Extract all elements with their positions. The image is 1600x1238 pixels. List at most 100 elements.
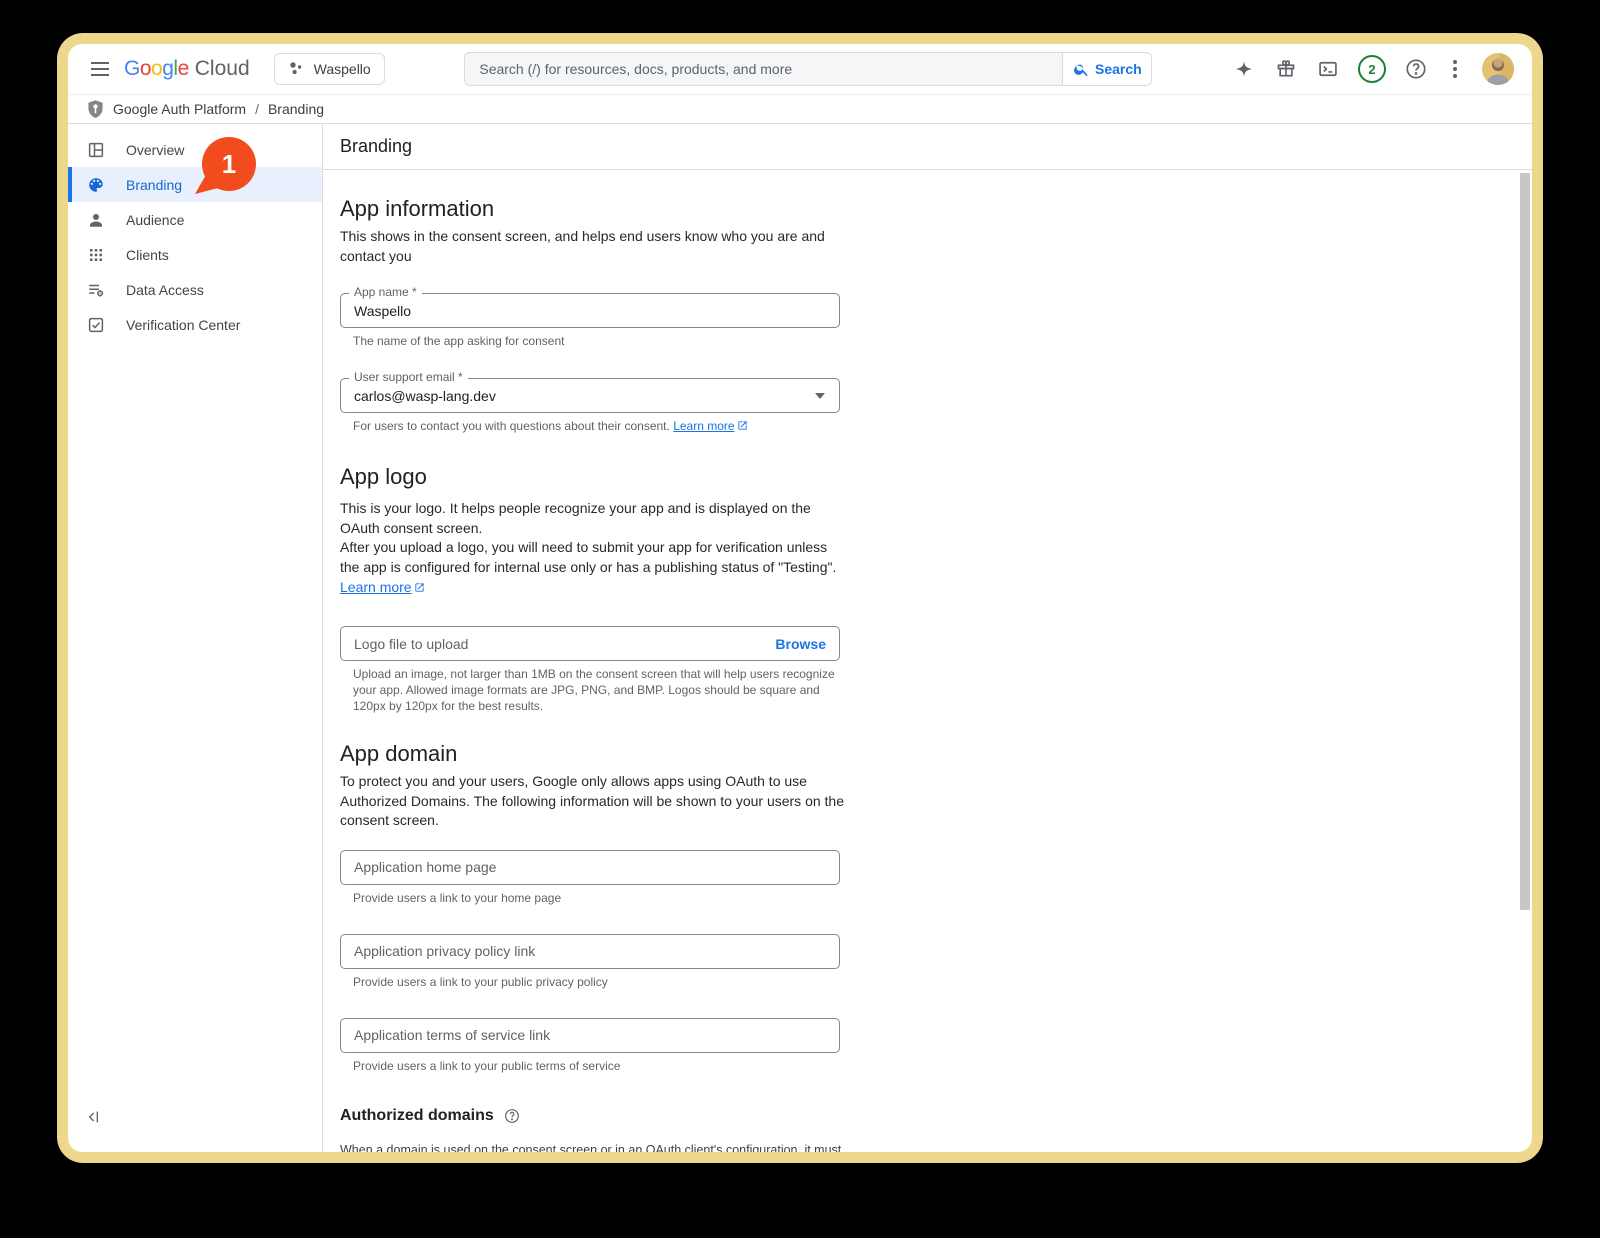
app-name-field: App name * [340, 285, 840, 328]
gift-icon [1277, 60, 1295, 77]
apps-grid-icon [90, 248, 102, 261]
search-icon [1074, 64, 1088, 76]
content-scroll-area: App information This shows in the consen… [323, 170, 1532, 1152]
search-button-label: Search [1095, 61, 1142, 77]
palette-icon [89, 177, 103, 192]
global-search: Search [464, 52, 1153, 86]
app-name-helper: The name of the app asking for consent [353, 334, 565, 348]
logo-letter: G [124, 57, 140, 80]
more-options-button[interactable] [1446, 51, 1464, 87]
gemini-sparkle-icon [1235, 60, 1253, 78]
header-tools: 2 [1232, 51, 1515, 87]
help-icon [1406, 59, 1426, 79]
breadcrumb-root[interactable]: Google Auth Platform [113, 101, 246, 117]
user-avatar[interactable] [1482, 53, 1515, 85]
panel-collapse-icon [88, 1111, 98, 1123]
free-trial-gift-button[interactable] [1274, 51, 1298, 87]
overview-icon [88, 142, 104, 157]
project-name: Waspello [313, 61, 371, 77]
application-home-page-input[interactable] [340, 849, 840, 885]
help-button[interactable] [1404, 51, 1428, 87]
logo-upload-field: Logo file to upload Browse [340, 626, 840, 661]
app-logo-description-1: This is your logo. It helps people recog… [340, 500, 811, 536]
app-logo-description-2: After you upload a logo, you will need t… [340, 539, 837, 575]
app-domain-heading: App domain [340, 741, 458, 766]
logo-letter: o [151, 57, 163, 80]
terminal-icon [1319, 61, 1337, 77]
help-circle-icon[interactable] [504, 1108, 520, 1124]
cloud-shell-button[interactable] [1316, 51, 1340, 87]
project-selector[interactable]: Waspello [273, 53, 385, 85]
sidebar-item-clients[interactable]: Clients [68, 237, 322, 272]
terms-of-service-input[interactable] [340, 1017, 840, 1053]
external-link-icon [414, 583, 424, 592]
logo-upload-helper: Upload an image, not larger than 1MB on … [353, 667, 835, 713]
sidebar-item-label: Verification Center [126, 316, 241, 333]
sidebar-item-label: Audience [126, 211, 185, 228]
breadcrumb-current: Branding [267, 101, 325, 117]
google-cloud-logo[interactable]: Google Cloud [124, 57, 250, 81]
sidebar-nav: Overview Branding Audience Clients Data … [68, 124, 323, 1152]
sidebar-item-label: Clients [126, 246, 169, 263]
main-content: Branding App information This shows in t… [323, 124, 1532, 1152]
user-support-email-field: User support email * [340, 370, 840, 413]
breadcrumb: Google Auth Platform / Branding [68, 95, 1532, 124]
data-access-icon [89, 284, 104, 297]
sidebar-item-label: Data Access [126, 281, 204, 298]
notifications-count-badge[interactable]: 2 [1358, 55, 1387, 83]
google-cloud-console-page: Google Cloud Waspello Search (/) for res… [68, 44, 1532, 1152]
terms-of-service-helper: Provide users a link to your public term… [353, 1058, 621, 1073]
terms-of-service-field [340, 1017, 840, 1053]
app-logo-learn-more-link[interactable]: Learn more [340, 579, 412, 595]
main-menu-button[interactable] [82, 51, 118, 87]
email-learn-more-link[interactable]: Learn more [673, 419, 734, 433]
logo-letter: e [177, 57, 190, 80]
logo-file-input[interactable]: Logo file to upload Browse [340, 626, 840, 661]
app-logo-heading: App logo [340, 464, 427, 489]
logo-cloud-text: Cloud [194, 57, 250, 80]
kebab-menu-icon [1453, 60, 1458, 78]
app-information-heading: App information [340, 196, 495, 221]
home-page-helper: Provide users a link to your home page [353, 890, 562, 905]
page-title: Branding [323, 124, 1532, 170]
sidebar-item-verification-center[interactable]: Verification Center [68, 307, 322, 342]
sidebar-item-label: Overview [126, 141, 185, 158]
user-support-email-label: User support email * [349, 370, 468, 385]
search-input[interactable] [464, 52, 1063, 86]
user-support-email-helper: For users to contact you with questions … [353, 418, 841, 434]
project-icon [289, 62, 301, 75]
sidebar-item-overview[interactable]: Overview [68, 132, 322, 167]
browser-frame: Google Cloud Waspello Search (/) for res… [57, 33, 1543, 1163]
collapse-sidebar-button[interactable] [85, 1109, 101, 1130]
external-link-icon [737, 421, 747, 430]
home-page-field [340, 849, 840, 885]
auth-platform-shield-icon [88, 99, 103, 118]
logo-letter: g [162, 57, 174, 80]
privacy-policy-helper: Provide users a link to your public priv… [353, 974, 608, 989]
sidebar-item-branding[interactable]: Branding [68, 167, 322, 202]
sidebar-item-data-access[interactable]: Data Access [68, 272, 322, 307]
dropdown-caret-icon[interactable] [815, 393, 825, 399]
sidebar-item-label: Branding [126, 176, 183, 193]
avatar-photo [1482, 53, 1515, 85]
authorized-domains-heading: Authorized domains [340, 1106, 494, 1124]
logo-letter: o [139, 57, 152, 80]
app-domain-description: To protect you and your users, Google on… [340, 773, 844, 828]
authorized-domains-heading-row: Authorized domains [340, 1107, 1492, 1125]
hamburger-icon [91, 62, 109, 76]
checkbox-check-icon [88, 317, 104, 332]
top-app-bar: Google Cloud Waspello Search (/) for res… [68, 44, 1532, 95]
breadcrumb-separator: / [255, 101, 259, 117]
search-button[interactable]: Search [1062, 52, 1153, 86]
sidebar-item-audience[interactable]: Audience [68, 202, 322, 237]
person-icon [90, 213, 102, 227]
authorized-domains-description: When a domain is used on the consent scr… [340, 1142, 845, 1153]
browse-button[interactable]: Browse [775, 636, 826, 652]
content-scrollbar[interactable] [1520, 173, 1530, 910]
logo-file-placeholder: Logo file to upload [354, 635, 469, 652]
privacy-policy-field [340, 933, 840, 969]
gemini-button[interactable] [1232, 51, 1256, 87]
app-information-description: This shows in the consent screen, and he… [340, 228, 825, 264]
privacy-policy-input[interactable] [340, 933, 840, 969]
app-name-label: App name * [349, 285, 422, 300]
